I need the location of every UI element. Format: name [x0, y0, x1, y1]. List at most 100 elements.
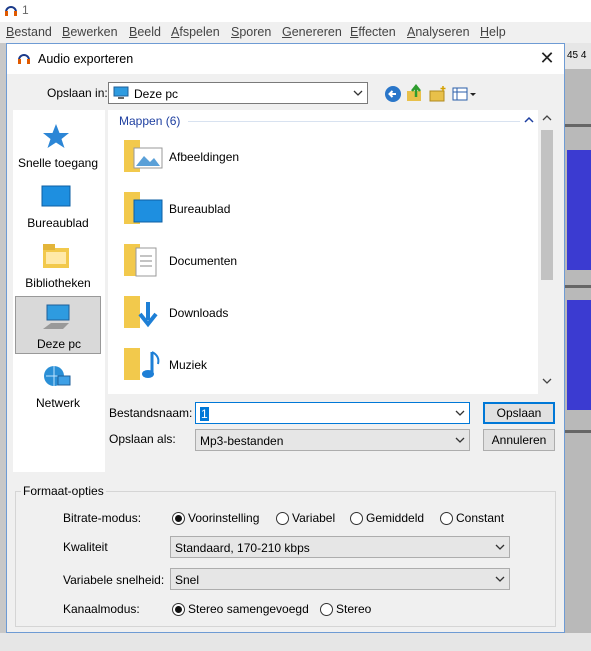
- folder-item[interactable]: Documenten: [122, 236, 482, 286]
- view-menu-icon[interactable]: [451, 84, 477, 104]
- radio-label: Stereo: [336, 602, 372, 616]
- network-icon: [44, 366, 71, 386]
- menu-afspelen[interactable]: Afspelen: [171, 25, 220, 39]
- save-as-label: Opslaan als:: [109, 432, 176, 446]
- save-in-dropdown[interactable]: Deze pc: [108, 82, 368, 104]
- folder-name: Bureaublad: [169, 202, 231, 216]
- radio-dot: [172, 512, 185, 525]
- timeline-ruler[interactable]: 45 4: [565, 43, 591, 69]
- folder-name: Documenten: [169, 254, 238, 268]
- ruler-label: 45 4: [567, 50, 587, 61]
- computer-icon: [43, 304, 70, 329]
- pictures-folder-icon: [124, 140, 163, 172]
- up-folder-icon[interactable]: [405, 84, 425, 104]
- back-icon[interactable]: [383, 84, 403, 104]
- channel-label: Kanaalmodus:: [63, 602, 140, 616]
- speed-value: Snel: [175, 573, 200, 587]
- place-bureaublad[interactable]: Bureaublad: [15, 176, 101, 234]
- app-title: 1: [22, 3, 29, 17]
- chevron-up-icon[interactable]: [524, 115, 534, 125]
- folder-item[interactable]: Muziek: [122, 340, 482, 390]
- menu-analyseren[interactable]: Analyseren: [407, 25, 470, 39]
- chevron-down-icon: [495, 576, 505, 582]
- speed-dropdown[interactable]: Snel: [170, 568, 510, 590]
- chevron-down-icon[interactable]: [542, 376, 552, 386]
- chevron-down-icon: [495, 544, 505, 550]
- group-header[interactable]: Mappen (6): [119, 114, 180, 128]
- waveform-channel-left: [567, 150, 591, 270]
- menu-bestand[interactable]: Bestand: [6, 25, 52, 39]
- group-divider: [188, 121, 520, 122]
- computer-icon: [113, 86, 129, 99]
- place-label: Deze pc: [36, 337, 82, 351]
- menu-effecten[interactable]: Effecten: [350, 25, 396, 39]
- cancel-button[interactable]: Annuleren: [483, 429, 555, 451]
- folder-item[interactable]: Bureaublad: [122, 184, 482, 234]
- place-label: Snelle toegang: [17, 156, 99, 170]
- file-list-scrollbar[interactable]: [538, 110, 556, 394]
- radio-dot: [172, 603, 185, 616]
- track-separator: [565, 430, 591, 433]
- folder-name: Muziek: [169, 358, 208, 372]
- radio-label: Voorinstelling: [188, 511, 260, 525]
- folder-item[interactable]: Downloads: [122, 288, 482, 338]
- place-netwerk[interactable]: Netwerk: [15, 356, 101, 414]
- radio-dot: [320, 603, 333, 616]
- new-folder-icon[interactable]: [428, 84, 448, 104]
- radio-dot: [276, 512, 289, 525]
- quality-dropdown[interactable]: Standaard, 170-210 kbps: [170, 536, 510, 558]
- menubar: Bestand Bewerken Beeld Afspelen Sporen G…: [0, 22, 591, 43]
- dialog-title: Audio exporteren: [38, 52, 134, 66]
- save-as-value: Mp3-bestanden: [200, 434, 284, 448]
- chevron-up-icon[interactable]: [542, 113, 552, 123]
- menu-genereren[interactable]: Genereren: [282, 25, 342, 39]
- save-in-value: Deze pc: [134, 87, 179, 101]
- status-strip: [0, 633, 591, 651]
- desktop-icon: [41, 185, 71, 207]
- filename-value: 1: [200, 407, 209, 421]
- place-label: Bibliotheken: [25, 276, 91, 290]
- folder-name: Downloads: [169, 306, 229, 320]
- radio-label: Stereo samengevoegd: [188, 602, 309, 616]
- chevron-down-icon: [455, 437, 465, 443]
- music-folder-icon: [124, 348, 160, 380]
- star-icon: [43, 124, 69, 148]
- places-bar: Snelle toegang Bureaublad Bibliotheken D…: [13, 110, 105, 472]
- file-list: Mappen (6) Afbeeldingen Bureaublad Docum…: [108, 110, 556, 394]
- quality-label: Kwaliteit: [63, 540, 108, 554]
- place-bibliotheken[interactable]: Bibliotheken: [15, 236, 101, 294]
- menu-bewerken[interactable]: Bewerken: [62, 25, 118, 39]
- menu-beeld[interactable]: Beeld: [129, 25, 161, 39]
- export-dialog: Audio exporteren ✕ Opslaan in: Deze pc S…: [6, 43, 565, 633]
- documents-folder-icon: [124, 244, 157, 277]
- speed-label: Variabele snelheid:: [63, 573, 165, 587]
- app-titlebar: 1: [0, 0, 591, 22]
- close-icon[interactable]: ✕: [536, 47, 558, 69]
- menu-help[interactable]: Help: [480, 25, 506, 39]
- scrollbar-thumb[interactable]: [541, 130, 553, 280]
- dialog-titlebar: Audio exporteren ✕: [7, 44, 564, 74]
- save-button[interactable]: Opslaan: [483, 402, 555, 424]
- save-as-dropdown[interactable]: Mp3-bestanden: [195, 429, 470, 451]
- radio-label: Variabel: [292, 511, 336, 525]
- libraries-icon: [43, 244, 69, 268]
- radio-dot: [350, 512, 363, 525]
- place-snelle-toegang[interactable]: Snelle toegang: [15, 116, 101, 174]
- folder-name: Afbeeldingen: [169, 150, 240, 164]
- bitrate-label: Bitrate-modus:: [63, 511, 142, 525]
- place-label: Netwerk: [35, 396, 80, 410]
- filename-input[interactable]: 1: [195, 402, 470, 424]
- track-separator: [565, 124, 591, 127]
- quality-value: Standaard, 170-210 kbps: [175, 541, 310, 555]
- chevron-down-icon[interactable]: [455, 408, 465, 418]
- filename-label: Bestandsnaam:: [109, 406, 193, 420]
- audacity-logo-icon: [5, 6, 17, 16]
- audacity-logo-icon: [18, 54, 30, 64]
- format-options-title: Formaat-opties: [21, 484, 106, 498]
- menu-sporen[interactable]: Sporen: [231, 25, 271, 39]
- desktop-folder-icon: [124, 192, 163, 224]
- save-in-label: Opslaan in:: [47, 86, 108, 100]
- radio-label: Gemiddeld: [366, 511, 425, 525]
- place-deze-pc[interactable]: Deze pc: [15, 296, 101, 354]
- folder-item[interactable]: Afbeeldingen: [122, 132, 482, 182]
